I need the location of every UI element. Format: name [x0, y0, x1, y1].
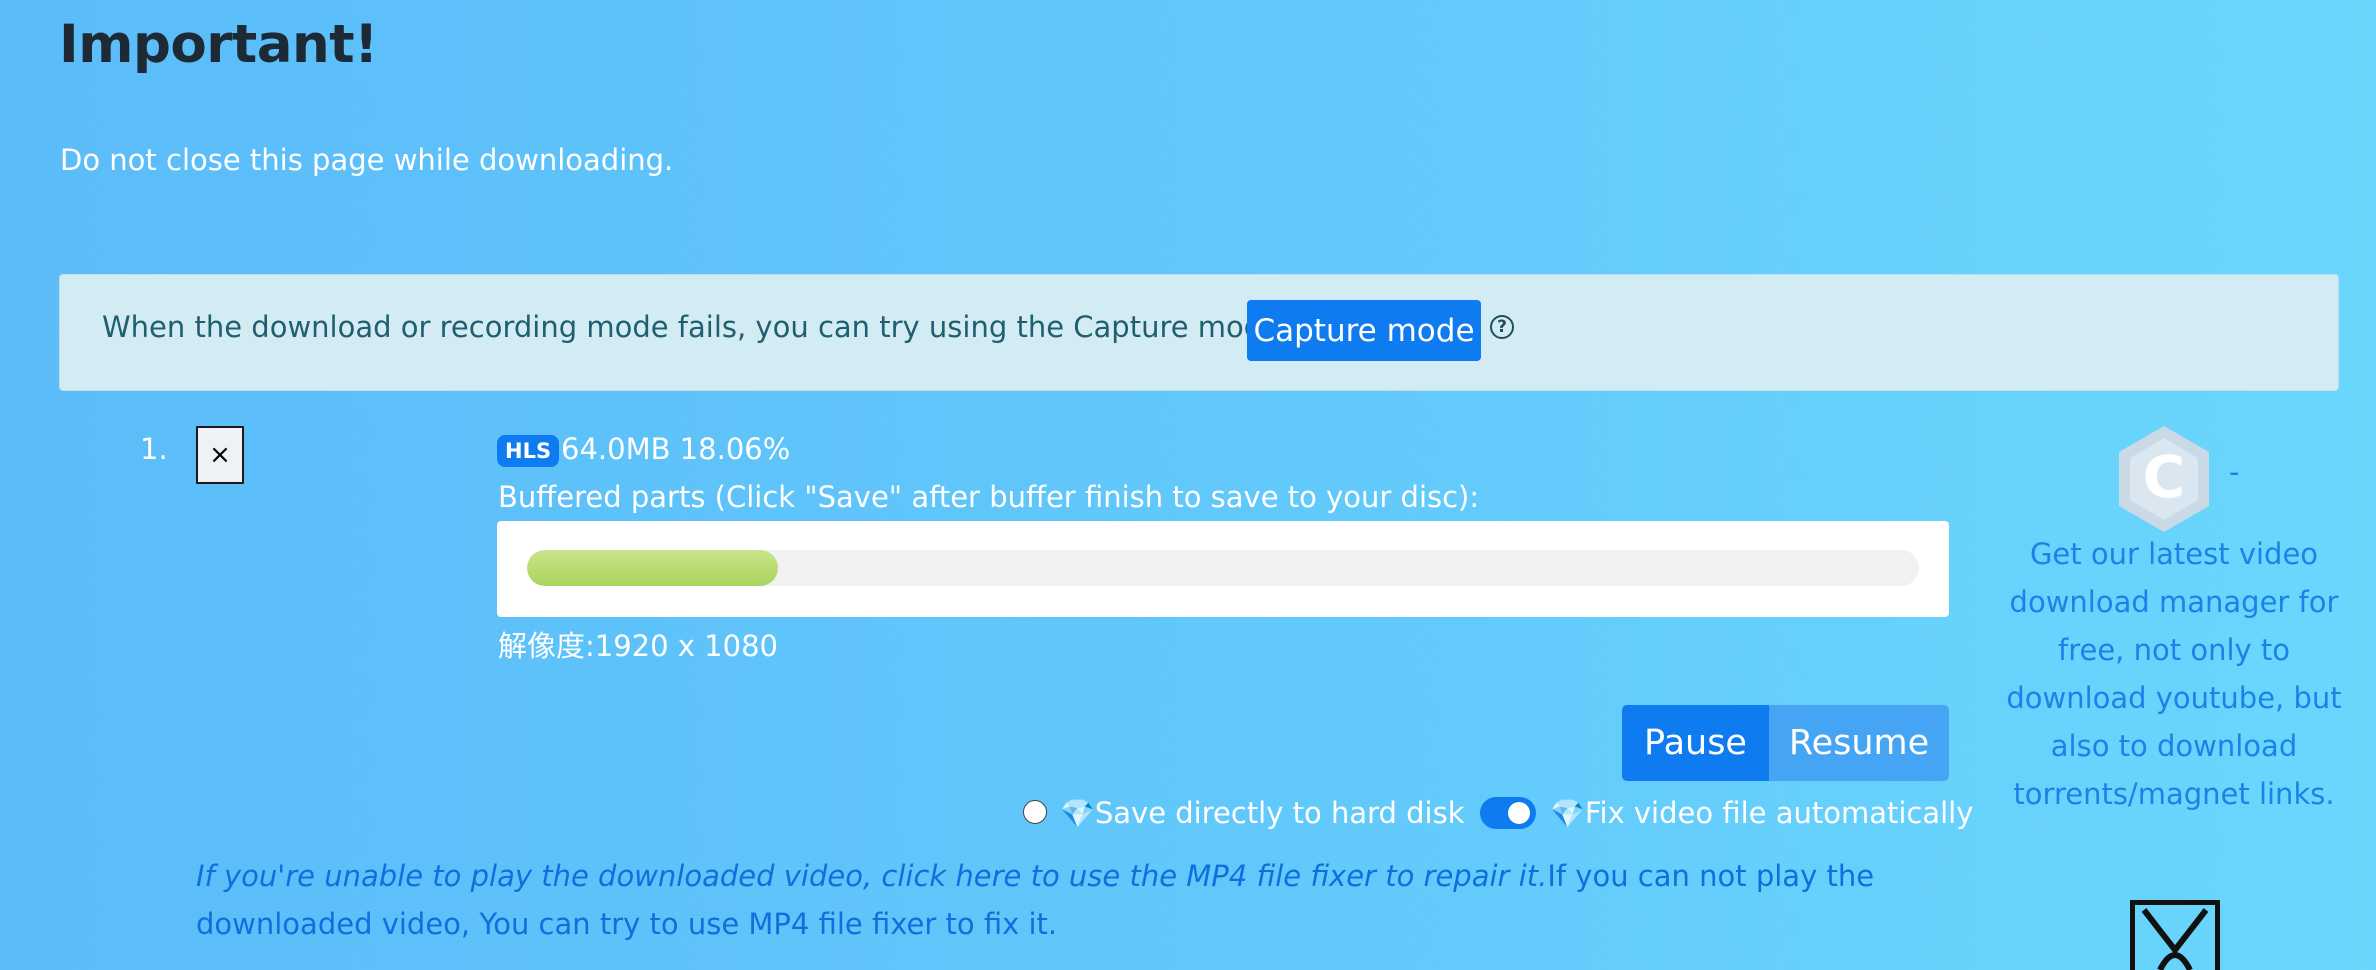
- resume-button[interactable]: Resume: [1769, 705, 1949, 781]
- progress-bar-fill: [527, 550, 778, 586]
- logo-letter: C: [2143, 443, 2186, 511]
- fix-video-option[interactable]: 💎Fix video file automatically: [1550, 796, 1973, 830]
- save-to-disk-option[interactable]: 💎Save directly to hard disk: [1060, 796, 1465, 830]
- x-logo-curve: [2157, 952, 2193, 970]
- fix-video-label: Fix video file automatically: [1584, 796, 1974, 830]
- capture-mode-button[interactable]: Capture mode: [1247, 300, 1481, 361]
- diamond-icon: 💎: [1060, 797, 1095, 830]
- promo-link[interactable]: Get our latest video download manager fo…: [2006, 530, 2342, 818]
- promo-dash: -: [2229, 455, 2240, 489]
- mp4-fixer-link[interactable]: If you're unable to play the downloaded …: [196, 859, 1547, 893]
- format-badge: HLS: [497, 435, 560, 467]
- capture-mode-info-box: When the download or recording mode fail…: [59, 274, 2339, 391]
- save-to-disk-label: Save directly to hard disk: [1094, 796, 1465, 830]
- diamond-icon: 💎: [1550, 797, 1585, 830]
- question-circle-icon[interactable]: ?: [1490, 315, 1514, 339]
- resolution-text: 解像度:1920 x 1080: [498, 629, 778, 663]
- capture-mode-hint: When the download or recording mode fail…: [102, 310, 1290, 344]
- fix-video-toggle[interactable]: [1480, 797, 1536, 829]
- item-index: 1.: [140, 432, 168, 466]
- download-manager-logo-icon[interactable]: C: [2116, 424, 2212, 534]
- pause-button[interactable]: Pause: [1622, 705, 1769, 781]
- x-logo-stroke: [2141, 908, 2209, 955]
- close-item-button[interactable]: ×: [196, 426, 244, 484]
- warning-text: Do not close this page while downloading…: [60, 143, 674, 177]
- x-logo-icon[interactable]: [2130, 900, 2220, 970]
- mp4-fixer-notice: If you're unable to play the downloaded …: [196, 852, 1896, 948]
- download-size-progress: 64.0MB 18.06%: [561, 432, 791, 466]
- progress-track: [527, 550, 1919, 586]
- toggle-knob: [1508, 802, 1530, 824]
- buffered-parts-label: Buffered parts (Click "Save" after buffe…: [498, 480, 1480, 514]
- page-title: Important!: [59, 14, 378, 75]
- save-to-disk-radio[interactable]: [1023, 800, 1047, 824]
- progress-panel: [497, 521, 1949, 617]
